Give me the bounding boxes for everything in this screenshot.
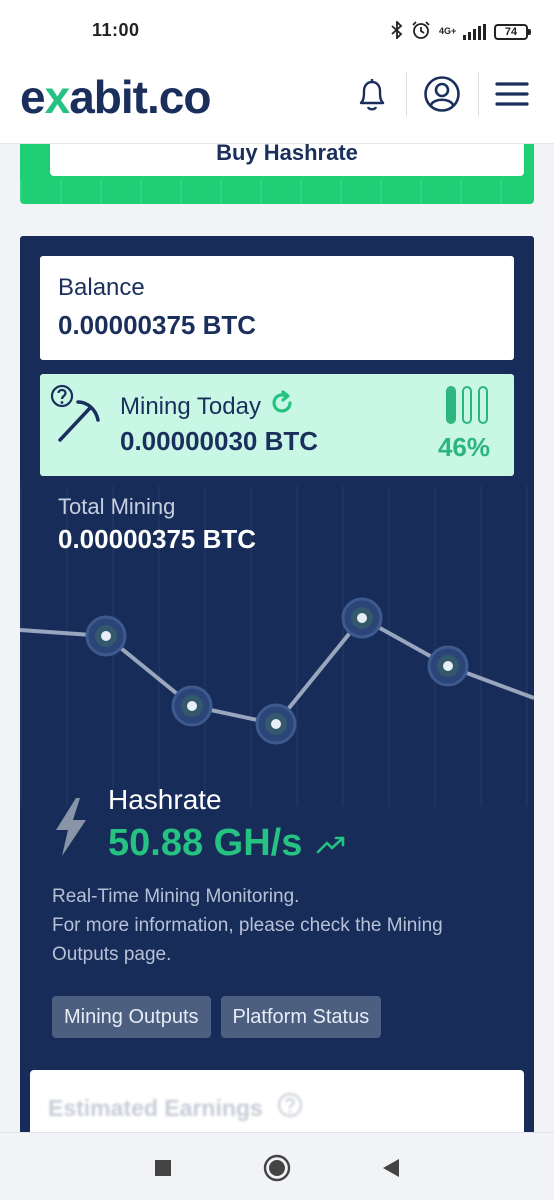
- trending-up-icon: [316, 822, 346, 865]
- status-icons: 4G+ 74: [391, 19, 531, 43]
- user-icon[interactable]: [422, 74, 462, 114]
- battery-indicator: 74: [494, 23, 531, 40]
- dashboard-link-buttons: Mining Outputs Platform Status: [52, 996, 382, 1038]
- total-mining-value: 0.00000375 BTC: [58, 524, 257, 554]
- logo-part-abit: abit.co: [69, 71, 211, 123]
- signal-icon: [463, 23, 486, 40]
- estimated-earnings-title-row: Estimated Earnings: [48, 1092, 303, 1124]
- hashrate-value: 50.88 GH/s: [108, 822, 303, 864]
- hashrate-value-row: 50.88 GH/s: [108, 822, 346, 865]
- mining-outputs-button[interactable]: Mining Outputs: [52, 996, 211, 1038]
- mining-today-label-row: Mining Today: [120, 390, 295, 423]
- hashrate-description-line: For more information, please check the M…: [52, 915, 443, 936]
- buy-hashrate-banner: Buy Hashrate: [20, 144, 534, 204]
- status-bar: 11:00 4G+ 74: [0, 0, 554, 46]
- bluetooth-icon: [391, 19, 403, 42]
- mining-progress-gauge: [446, 386, 488, 424]
- page: 11:00 4G+ 74 e x abit.co Buy Hashrate Ba…: [0, 0, 554, 1200]
- sparkline-point: [427, 645, 469, 687]
- total-mining-label: Total Mining: [58, 494, 176, 519]
- header-divider: [406, 72, 407, 116]
- estimated-earnings-title: Estimated Earnings: [48, 1094, 263, 1121]
- platform-status-button[interactable]: Platform Status: [220, 996, 382, 1038]
- status-time: 11:00: [92, 20, 140, 40]
- exabit-logo[interactable]: e x abit.co: [20, 70, 211, 124]
- lightning-icon: [50, 796, 90, 863]
- gauge-bar: [462, 386, 472, 424]
- gauge-bar: [478, 386, 488, 424]
- mining-dashboard: Balance 0.00000375 BTC Mining Today 0.00…: [20, 236, 534, 1136]
- hashrate-description-line: Real-Time Mining Monitoring.: [52, 886, 300, 907]
- header-divider: [478, 72, 479, 116]
- mining-today-label: Mining Today: [120, 392, 261, 420]
- system-navigation-bar: [0, 1132, 554, 1200]
- gauge-bar: [446, 386, 456, 424]
- bell-icon[interactable]: [352, 74, 392, 114]
- back-icon[interactable]: [376, 1153, 406, 1183]
- sparkline-point: [341, 597, 383, 639]
- sparkline-point: [85, 615, 127, 657]
- help-pickaxe-icon[interactable]: [50, 384, 110, 459]
- mining-today-card: Mining Today 0.00000030 BTC 46%: [40, 374, 514, 476]
- sparkline-point: [255, 703, 297, 745]
- balance-label: Balance: [58, 274, 145, 301]
- app-header: e x abit.co: [0, 46, 554, 144]
- alarm-icon: [411, 20, 431, 43]
- hashrate-description: Real-Time Mining Monitoring. For more in…: [52, 882, 502, 969]
- mining-today-value: 0.00000030 BTC: [120, 426, 319, 456]
- menu-icon[interactable]: [492, 74, 532, 114]
- mining-today-percent: 46%: [437, 432, 490, 462]
- home-icon[interactable]: [262, 1153, 292, 1183]
- hashrate-sparkline: [20, 597, 534, 745]
- hashrate-label: Hashrate: [108, 784, 222, 815]
- refresh-icon[interactable]: [269, 390, 295, 423]
- balance-card: Balance 0.00000375 BTC: [40, 256, 514, 360]
- logo-part-e: e: [20, 71, 46, 123]
- buy-hashrate-button[interactable]: Buy Hashrate: [50, 144, 524, 176]
- estimated-earnings-card: Estimated Earnings: [30, 1070, 524, 1136]
- hashrate-description-line: Outputs page.: [52, 944, 172, 965]
- help-icon[interactable]: [277, 1092, 303, 1124]
- logo-part-x: x: [44, 71, 71, 123]
- sparkline-point: [171, 685, 213, 727]
- recent-apps-icon[interactable]: [148, 1153, 178, 1183]
- balance-value: 0.00000375 BTC: [58, 310, 257, 340]
- network-type: 4G+: [439, 26, 457, 36]
